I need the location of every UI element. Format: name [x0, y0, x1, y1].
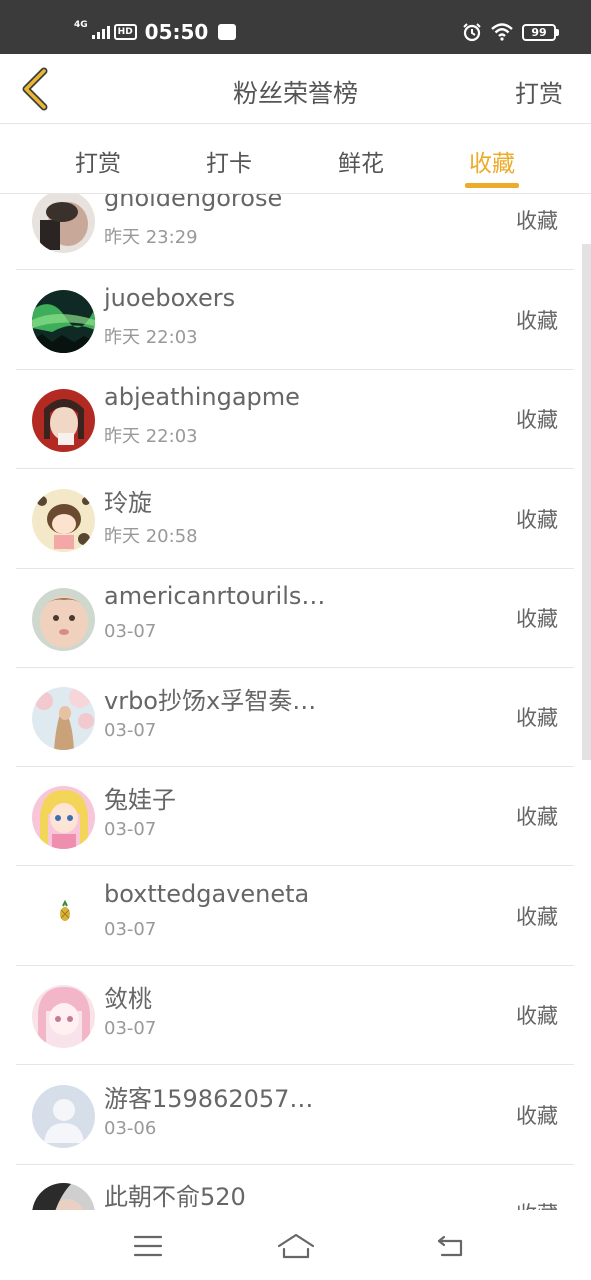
list-item[interactable]: 此朝不俞520 收藏 [16, 1165, 574, 1210]
user-name: boxttedgaveneta [104, 880, 310, 908]
action-label: 收藏 [516, 805, 558, 829]
active-tab-indicator [465, 183, 519, 188]
wifi-icon [491, 23, 513, 41]
avatar [32, 194, 95, 253]
tab-favorites[interactable]: 收藏 [447, 144, 537, 178]
user-name: gnoldengorose [104, 194, 283, 212]
action-label: 收藏 [516, 1104, 558, 1128]
action-label: 收藏 [516, 508, 558, 532]
home-button[interactable] [276, 1228, 316, 1264]
user-name: 此朝不俞520 [104, 1183, 246, 1210]
avatar [32, 886, 95, 949]
timestamp: 03-07 [104, 720, 157, 741]
battery-icon: 99 [522, 23, 559, 41]
action-label: 收藏 [516, 706, 558, 730]
avatar [32, 1183, 95, 1210]
tab-reward[interactable]: 打赏 [53, 144, 143, 178]
timestamp: 昨天 22:03 [104, 327, 198, 348]
reward-button[interactable]: 打赏 [515, 74, 563, 109]
list-item[interactable]: gnoldengorose 昨天 23:29 收藏 [16, 194, 574, 270]
list-item[interactable]: juoeboxers 昨天 22:03 收藏 [16, 272, 574, 370]
user-name: vrbo抄饧x孚智奏… [104, 687, 317, 715]
timestamp: 03-07 [104, 1018, 157, 1039]
scrollbar[interactable] [582, 244, 591, 760]
user-name: 玲旋 [104, 489, 152, 517]
avatar [32, 1085, 95, 1148]
timestamp: 昨天 20:58 [104, 526, 198, 547]
home-icon [277, 1233, 315, 1259]
action-label: 收藏 [516, 209, 558, 233]
user-name: americanrtourils… [104, 582, 326, 610]
alarm-icon [463, 23, 481, 42]
user-name: 敛桃 [104, 985, 152, 1013]
system-nav-bar [0, 1210, 591, 1280]
signal-icon [91, 25, 110, 39]
nav-bar: 粉丝荣誉榜 打赏 [0, 54, 591, 124]
list-item[interactable]: 敛桃 03-07 收藏 [16, 967, 574, 1065]
avatar [32, 786, 95, 849]
action-label: 收藏 [516, 309, 558, 333]
timestamp: 03-07 [104, 819, 157, 840]
tab-checkin[interactable]: 打卡 [184, 144, 274, 178]
action-label: 收藏 [516, 905, 558, 929]
user-name: 兔娃子 [104, 786, 176, 814]
timestamp: 03-06 [104, 1118, 157, 1139]
list-item[interactable]: americanrtourils… 03-07 收藏 [16, 570, 574, 668]
menu-icon [133, 1235, 163, 1257]
list-item[interactable]: 游客159862057… 03-06 收藏 [16, 1067, 574, 1165]
list-item[interactable]: 玲旋 昨天 20:58 收藏 [16, 471, 574, 569]
fan-list[interactable]: gnoldengorose 昨天 23:29 收藏 juoeboxers 昨天 … [0, 194, 591, 1210]
battery-level: 99 [522, 23, 556, 41]
menu-button[interactable] [128, 1228, 168, 1264]
action-label: 收藏 [516, 408, 558, 432]
user-name: abjeathingapme [104, 383, 300, 411]
avatar [32, 389, 95, 452]
user-name: 游客159862057… [104, 1085, 314, 1113]
action-label: 收藏 [516, 1004, 558, 1028]
page-title: 粉丝荣誉榜 [232, 79, 358, 108]
avatar [32, 588, 95, 651]
timestamp: 昨天 23:29 [104, 227, 198, 248]
hd-badge: HD [113, 24, 137, 40]
list-item[interactable]: vrbo抄饧x孚智奏… 03-07 收藏 [16, 669, 574, 767]
status-time: 05:50 [144, 20, 209, 44]
avatar [32, 985, 95, 1048]
timestamp: 03-07 [104, 621, 157, 642]
list-item[interactable]: boxttedgaveneta 03-07 收藏 [16, 868, 574, 966]
avatar [32, 290, 95, 353]
action-label: 收藏 [516, 607, 558, 631]
notification-icon [218, 24, 237, 40]
status-bar: 4G HD 05:50 99 [0, 0, 591, 54]
list-item[interactable]: abjeathingapme 昨天 22:03 收藏 [16, 371, 574, 469]
avatar [32, 489, 95, 552]
timestamp: 昨天 22:03 [104, 426, 198, 447]
avatar [32, 687, 95, 750]
list-item[interactable]: 兔娃子 03-07 收藏 [16, 768, 574, 866]
timestamp: 03-07 [104, 919, 157, 940]
network-type: 4G [74, 20, 88, 30]
action-label: 收藏 [516, 1198, 558, 1210]
back-nav-button[interactable] [430, 1228, 470, 1264]
tab-flowers[interactable]: 鲜花 [316, 144, 406, 178]
return-icon [437, 1235, 463, 1257]
user-name: juoeboxers [104, 284, 236, 312]
